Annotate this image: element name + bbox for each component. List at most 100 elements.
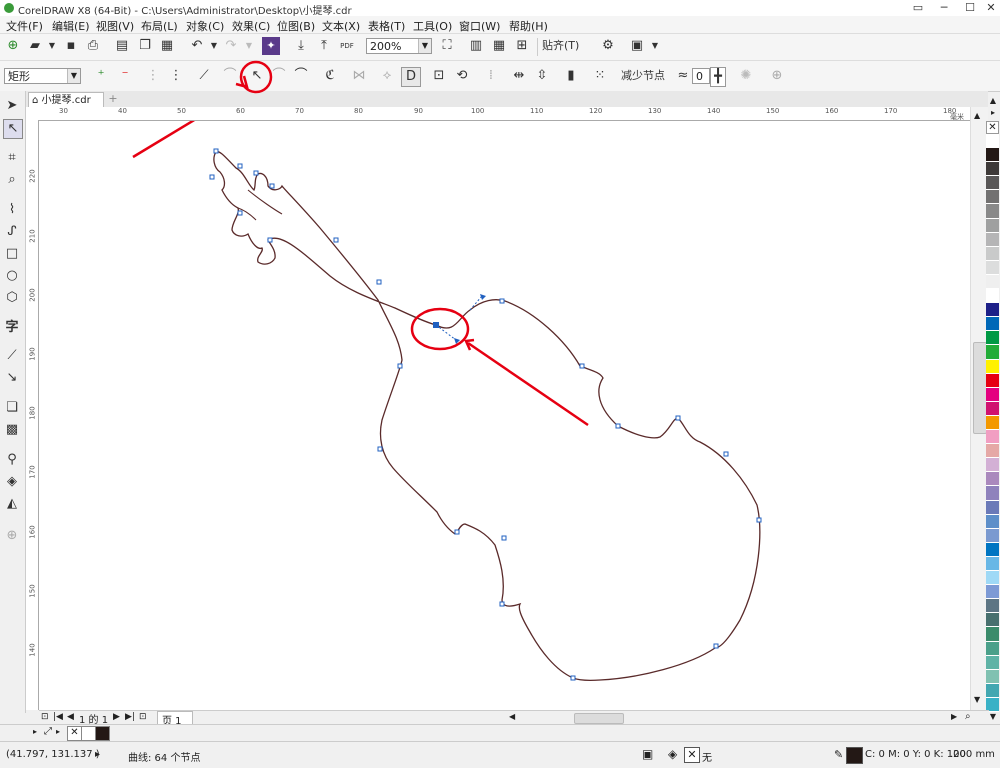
color-swatch[interactable] [986,387,999,402]
scroll-down-icon[interactable]: ▼ [974,695,980,704]
color-swatch[interactable] [986,401,999,416]
scroll-right-icon[interactable]: ▶ [951,712,957,721]
color-swatch[interactable] [986,331,999,346]
curve-node[interactable] [267,237,273,243]
scroll-up-icon[interactable]: ▲ [974,111,980,120]
selected-node[interactable] [433,322,439,328]
drop-shadow-tool-icon[interactable]: ❏ [3,399,21,417]
curve-node[interactable] [376,279,382,285]
color-proof-icon[interactable]: ▣ [642,747,653,761]
color-swatch[interactable] [986,232,999,247]
curve-node[interactable] [723,451,729,457]
curve-node[interactable] [454,529,460,535]
polygon-tool-icon[interactable]: ⬡ [3,289,21,307]
color-swatch[interactable] [986,246,999,261]
zoom-to-fit-icon[interactable]: ⌕ [965,711,971,722]
color-swatch[interactable] [986,641,999,656]
curve-node[interactable] [333,237,339,243]
curve-node[interactable] [209,174,215,180]
color-swatch[interactable] [986,458,999,473]
freehand-tool-icon[interactable]: ⌇ [3,201,21,219]
curve-node[interactable] [377,446,383,452]
text-tool-icon[interactable]: 字 [3,319,21,337]
curve-node[interactable] [570,675,576,681]
ellipse-tool-icon[interactable]: ○ [3,267,21,285]
no-color-swatch[interactable]: ✕ [986,121,999,134]
color-swatch[interactable] [986,359,999,374]
eyedropper-tool-icon[interactable]: ⚲ [3,451,21,469]
curve-node[interactable] [253,170,259,176]
horizontal-scroll-thumb[interactable] [574,713,624,724]
palette-menu-icon[interactable]: ▸ [56,727,60,736]
zoom-tool-icon[interactable]: ⌕ [3,171,21,189]
outline-pen-icon[interactable]: ✎ [834,748,843,761]
color-swatch[interactable] [986,218,999,233]
color-swatch[interactable] [986,204,999,219]
curve-node[interactable] [237,210,243,216]
curve-node[interactable] [501,535,507,541]
scroll-left-icon[interactable]: ◀ [509,712,515,721]
color-swatch[interactable] [986,162,999,177]
no-fill-swatch[interactable]: ✕ [67,726,82,741]
interactive-fill-tool-icon[interactable]: ◈ [3,473,21,491]
color-swatch[interactable] [986,134,999,149]
color-swatch[interactable] [986,472,999,487]
color-swatch[interactable] [986,627,999,642]
curve-node[interactable] [713,643,719,649]
curve-node[interactable] [579,363,585,369]
curve-node[interactable] [269,183,275,189]
color-swatch[interactable] [986,585,999,600]
last-page-icon[interactable]: ▶| [125,712,135,722]
curve-node[interactable] [397,363,403,369]
color-swatch[interactable] [986,190,999,205]
color-swatch[interactable] [986,669,999,684]
color-swatch[interactable] [986,655,999,670]
first-page-icon[interactable]: ⊡ [41,712,49,722]
curve-node[interactable] [237,163,243,169]
palette-expand-icon[interactable]: ▸ [33,727,37,736]
white-swatch[interactable] [81,726,96,741]
color-swatch[interactable] [986,415,999,431]
curve-node[interactable] [499,298,505,304]
crop-tool-icon[interactable]: ⌗ [3,149,21,167]
color-swatch[interactable] [986,514,999,529]
color-swatch[interactable] [986,274,999,290]
drawing-canvas[interactable] [39,121,970,710]
status-expand-icon[interactable]: ▸ [95,749,100,760]
next-page-icon[interactable]: ▶ [113,712,120,722]
vertical-ruler[interactable]: 220 210 200 190 180 170 160 150 140 [26,120,39,710]
color-swatch[interactable] [986,345,999,360]
rectangle-tool-icon[interactable]: □ [3,245,21,263]
transparency-tool-icon[interactable]: ▩ [3,421,21,439]
parallel-dimension-tool-icon[interactable]: ⟋ [3,347,21,365]
color-swatch[interactable] [986,556,999,572]
curve-node[interactable] [756,517,762,523]
color-swatch[interactable] [986,444,999,459]
color-swatch[interactable] [986,528,999,543]
color-swatch[interactable] [986,613,999,628]
color-swatch[interactable] [986,599,999,614]
artistic-media-tool-icon[interactable]: ᔑ [3,223,21,241]
black-swatch[interactable] [95,726,110,741]
color-swatch[interactable] [986,317,999,332]
scroll-thumb[interactable] [973,342,987,434]
fill-bucket-icon[interactable]: ◈ [668,747,677,761]
connector-tool-icon[interactable]: ↘ [3,369,21,387]
add-page-icon[interactable]: ⊡ [139,712,147,722]
color-swatch[interactable] [986,430,999,445]
curve-node[interactable] [615,423,621,429]
palette-menu-icon[interactable]: ▸ [986,108,1000,120]
color-swatch[interactable] [986,373,999,388]
color-swatch[interactable] [986,289,999,304]
color-swatch[interactable] [986,486,999,501]
curve-node[interactable] [675,415,681,421]
color-swatch[interactable] [986,176,999,191]
color-swatch[interactable] [986,148,999,163]
color-swatch[interactable] [986,500,999,515]
curve-node[interactable] [213,148,219,154]
color-swatch[interactable] [986,683,999,698]
palette-scroll-up-icon[interactable]: ▲ [986,96,1000,108]
curve-node[interactable] [499,601,505,607]
prev-page-icon[interactable]: ◀ [67,712,74,722]
smart-fill-tool-icon[interactable]: ◭ [3,495,21,513]
